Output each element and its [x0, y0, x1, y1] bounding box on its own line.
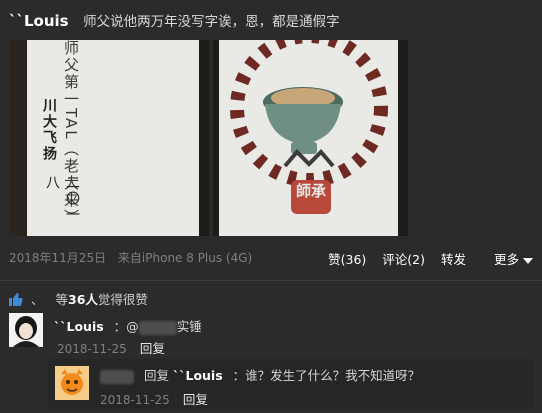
reply-line: 回复 ``Louis ：谁？发生了什么？我不知道呀？ [100, 365, 420, 384]
like-button[interactable]: 赞(36) [328, 252, 366, 267]
avatar[interactable] [9, 313, 43, 347]
reply-verb: 回复 [143, 368, 169, 383]
reply-reply-button[interactable]: 回复 [183, 392, 208, 407]
comment-text: 实锤 [176, 319, 202, 334]
post-meta: 2018年11月25日 来自iPhone 8 Plus (4G) 赞(36) 评… [9, 249, 533, 267]
reply-footer: 2018-11-25 回复 [100, 389, 208, 408]
likes-prefix: 等 [55, 292, 68, 307]
reply-time: 2018-11-25 [100, 393, 170, 407]
post-author[interactable]: ``Louis [9, 12, 69, 30]
post-header: ``Louis 师父说他两万年没写字诶，恩，都是通假字 [9, 10, 340, 30]
photo-left-handwriting-year: 二〇一八 [44, 175, 80, 223]
photo-left-handwriting-name: 川大飞扬 [41, 98, 57, 162]
post-photo-left[interactable]: 师父第一TAL（老大来） 川大飞扬 二〇一八 [9, 40, 209, 236]
comment-colon: ：@ [113, 319, 139, 334]
tea-bowl-emblem [230, 40, 388, 214]
likes-suffix: 觉得很赞 [97, 292, 148, 307]
blurred-mention [138, 320, 177, 335]
reply-avatar[interactable] [55, 366, 89, 400]
avatar-image [9, 313, 43, 347]
divider [0, 280, 542, 281]
photo-right-seal: 師承 [295, 182, 326, 200]
likes-count[interactable]: 36人 [68, 292, 98, 307]
reply-button[interactable]: 回复 [140, 341, 165, 356]
reply-text: ：谁？发生了什么？我不知道呀？ [232, 368, 421, 383]
reply-target[interactable]: ``Louis [173, 368, 223, 383]
comment-time: 2018-11-25 [57, 342, 127, 356]
comment-line: ``Louis ：@ 实锤 [54, 316, 202, 335]
likes-separator: 、 [30, 292, 44, 307]
post-text: 师父说他两万年没写字诶，恩，都是通假字 [83, 14, 340, 30]
thumbs-up-icon [9, 293, 23, 306]
comment-footer: 2018-11-25 回复 [57, 338, 165, 357]
post-photo-right[interactable]: 師承 [213, 40, 408, 236]
blurred-reply-author[interactable] [100, 369, 134, 384]
post-device: 来自iPhone 8 Plus (4G) [117, 251, 253, 265]
comment-author[interactable]: ``Louis [54, 319, 104, 334]
post-actions: 赞(36) 评论(2) 转发 更多 [316, 249, 533, 268]
post-time: 2018年11月25日 [9, 251, 107, 265]
likes-row: 、 等36人觉得很赞 [9, 289, 148, 308]
more-label: 更多 [493, 252, 519, 267]
chevron-down-icon [523, 257, 533, 264]
comment-button[interactable]: 评论(2) [382, 252, 425, 267]
forward-button[interactable]: 转发 [441, 252, 466, 267]
reply-avatar-image [55, 366, 89, 400]
more-button[interactable]: 更多 [482, 252, 533, 267]
